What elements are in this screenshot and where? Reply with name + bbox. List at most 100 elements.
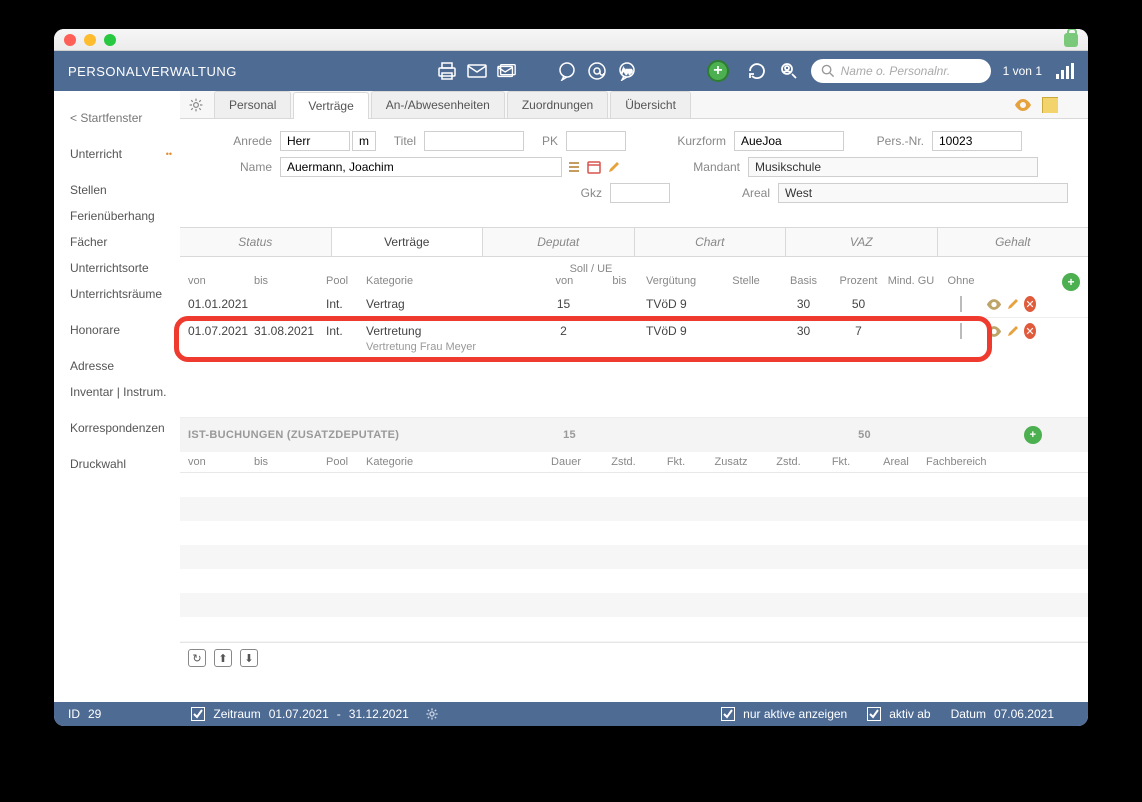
download-icon[interactable]: ⬇ (240, 649, 258, 667)
sms-icon[interactable] (557, 61, 577, 81)
refresh-icon[interactable] (747, 61, 767, 81)
sidebar-item-unterrichtsorte[interactable]: Unterrichtsorte (70, 255, 172, 281)
calendar-icon[interactable] (586, 159, 602, 175)
name-field[interactable] (280, 157, 562, 177)
sidebar-item-adresse[interactable]: Adresse (70, 353, 172, 379)
gear-icon[interactable] (188, 97, 204, 113)
window-minimize-button[interactable] (84, 34, 96, 46)
sidebar-item-unterricht[interactable]: Unterricht•• (70, 141, 172, 167)
at-icon[interactable] (587, 61, 607, 81)
col-basis: Basis (776, 275, 831, 287)
upload-icon[interactable]: ⬆ (214, 649, 232, 667)
window-maximize-button[interactable] (104, 34, 116, 46)
sidebar-item-stellen[interactable]: Stellen (70, 177, 172, 203)
zeitraum-von: 01.07.2021 (269, 707, 329, 721)
sidebar-item-unterrichtsraeume[interactable]: Unterrichtsräume (70, 281, 172, 307)
kurzform-label: Kurzform (666, 134, 726, 148)
mail-all-icon[interactable] (497, 61, 517, 81)
main-tabs: Personal Verträge An-/Abwesenheiten Zuor… (180, 91, 1088, 119)
footer-id-label: ID (68, 707, 80, 721)
mandant-field[interactable] (748, 157, 1038, 177)
tab-personal[interactable]: Personal (214, 91, 291, 118)
subtab-deputat[interactable]: Deputat (483, 228, 635, 256)
col-ohne: Ohne (936, 275, 986, 287)
subtab-vaz[interactable]: VAZ (786, 228, 938, 256)
app-window: PERSONALVERWALTUNG App + Name o. Persona… (54, 29, 1088, 726)
gender-field[interactable] (352, 131, 376, 151)
name-label: Name (214, 160, 272, 174)
view-icon[interactable] (986, 299, 1002, 310)
tab-vertraege[interactable]: Verträge (293, 92, 368, 119)
main-panel: Personal Verträge An-/Abwesenheiten Zuor… (180, 91, 1088, 701)
areal-field[interactable] (778, 183, 1068, 203)
col-prozent: Prozent (831, 275, 886, 287)
persnr-label: Pers.-Nr. (844, 134, 924, 148)
tab-uebersicht[interactable]: Übersicht (610, 91, 691, 118)
subtab-vertraege[interactable]: Verträge (332, 228, 484, 256)
eye-icon[interactable] (1014, 99, 1032, 111)
search-input[interactable]: Name o. Personalnr. (811, 59, 991, 83)
ist-header: von bis Pool Kategorie Dauer Zstd. Fkt. … (180, 452, 1088, 472)
areal-label: Areal (710, 186, 770, 200)
tab-zuordnungen[interactable]: Zuordnungen (507, 91, 608, 118)
app-icon[interactable]: App (617, 61, 637, 81)
mail-icon[interactable] (467, 61, 487, 81)
zeitraum-bis: 31.12.2021 (349, 707, 409, 721)
sidebar: < Startfenster Unterricht•• Stellen Feri… (54, 91, 180, 701)
nur-aktive-checkbox[interactable] (721, 707, 735, 721)
persnr-field[interactable] (932, 131, 1022, 151)
add-ist-button[interactable]: + (1024, 426, 1042, 444)
contract-note: Vertretung Frau Meyer (366, 341, 646, 353)
zeitraum-gear-icon[interactable] (425, 707, 439, 721)
note-icon[interactable] (1042, 97, 1058, 113)
anrede-field[interactable] (280, 131, 350, 151)
tab-anabwesenheiten[interactable]: An-/Abwesenheiten (371, 91, 505, 118)
subtab-status[interactable]: Status (180, 228, 332, 256)
aktiv-ab-checkbox[interactable] (867, 707, 881, 721)
pk-field[interactable] (566, 131, 626, 151)
stats-icon[interactable] (1054, 61, 1074, 81)
page-indicator: 1 von 1 (1003, 64, 1042, 78)
titel-field[interactable] (424, 131, 524, 151)
sidebar-item-druckwahl[interactable]: Druckwahl (70, 451, 172, 477)
add-contract-button[interactable]: + (1062, 273, 1080, 291)
gkz-field[interactable] (610, 183, 670, 203)
sidebar-item-honorare[interactable]: Honorare (70, 317, 172, 343)
zeitraum-label: Zeitraum (213, 707, 260, 721)
edit-icon[interactable] (1006, 324, 1020, 338)
delete-icon[interactable]: ✕ (1024, 296, 1036, 312)
ohne-checkbox[interactable] (960, 323, 962, 339)
edit-icon[interactable] (1006, 297, 1020, 311)
sidebar-back[interactable]: < Startfenster (70, 105, 172, 131)
window-close-button[interactable] (64, 34, 76, 46)
sidebar-item-korrespondenzen[interactable]: Korrespondenzen (70, 415, 172, 441)
ohne-checkbox[interactable] (960, 296, 962, 312)
user-search-icon[interactable] (779, 61, 799, 81)
contract-row-highlighted[interactable]: 01.07.2021 31.08.2021 Int. Vertretung 2 … (180, 318, 1088, 358)
view-icon[interactable] (986, 326, 1002, 337)
footer-id: 29 (88, 707, 101, 721)
pencil-icon[interactable] (606, 159, 622, 175)
col-pool: Pool (326, 275, 366, 287)
print-icon[interactable] (437, 61, 457, 81)
delete-icon[interactable]: ✕ (1024, 323, 1036, 339)
sidebar-item-inventar[interactable]: Inventar | Instrum. (70, 379, 172, 405)
col-verguetung: Vergütung (646, 275, 716, 287)
indicator-dots-icon: •• (166, 149, 172, 159)
contract-row[interactable]: 01.01.2021 Int. Vertrag 15 TVöD 9 30 50 (180, 291, 1088, 318)
reload-icon[interactable]: ↻ (188, 649, 206, 667)
add-record-button[interactable]: + (707, 60, 729, 82)
kurzform-field[interactable] (734, 131, 844, 151)
ist-empty-rows (180, 472, 1088, 642)
zeitraum-checkbox[interactable] (191, 707, 205, 721)
subtab-gehalt[interactable]: Gehalt (938, 228, 1089, 256)
bottom-tools: ↻ ⬆ ⬇ (180, 642, 1088, 673)
ist-section-header: IST-BUCHUNGEN (ZUSATZDEPUTATE) 15 50 + (180, 418, 1088, 452)
sidebar-item-faecher[interactable]: Fächer (70, 229, 172, 255)
pk-label: PK (524, 134, 558, 148)
subtabs: Status Verträge Deputat Chart VAZ Gehalt (180, 227, 1088, 257)
col-stelle: Stelle (716, 275, 776, 287)
sidebar-item-ferienueberhang[interactable]: Ferienüberhang (70, 203, 172, 229)
list-icon[interactable] (566, 159, 582, 175)
subtab-chart[interactable]: Chart (635, 228, 787, 256)
